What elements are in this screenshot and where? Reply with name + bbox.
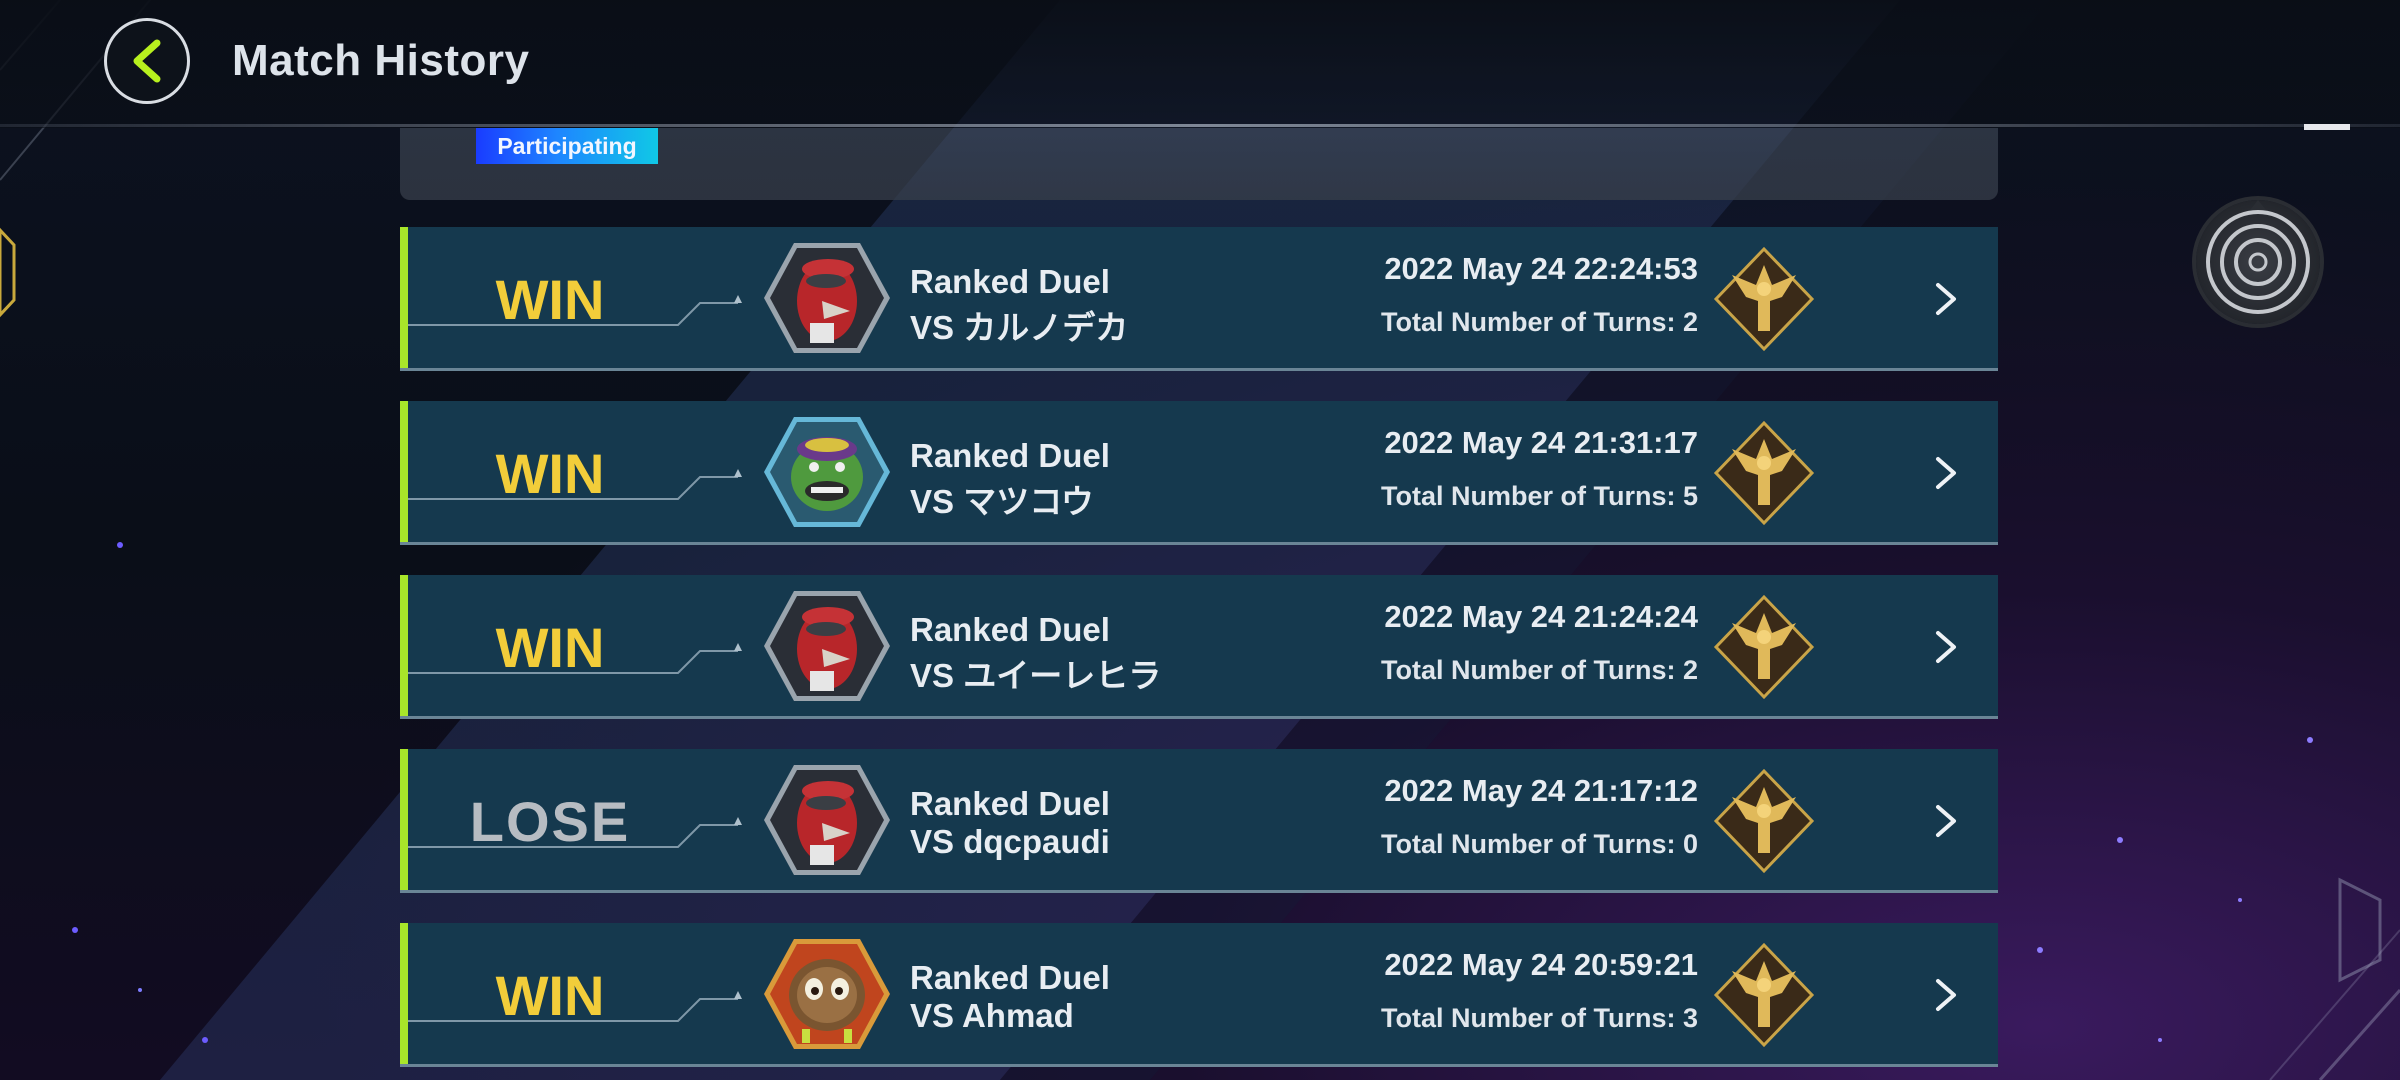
red-bird-avatar-icon	[764, 765, 890, 875]
opponent-name: VS マツコウ	[910, 483, 1094, 520]
duel-mode: Ranked Duel	[910, 437, 1110, 474]
turn-count: Total Number of Turns: 3	[1381, 1003, 1698, 1033]
row-accent	[400, 749, 408, 890]
participating-badge[interactable]: Participating	[476, 128, 658, 164]
gold-rank-icon	[1713, 594, 1815, 700]
match-date: 2022 May 24 21:17:12	[1384, 773, 1698, 808]
back-button[interactable]	[104, 18, 190, 104]
duel-mode: Ranked Duel	[910, 959, 1110, 996]
match-row[interactable]: WIN Ranked Duel VS カルノデカ 2022 May 24 22:…	[400, 227, 1998, 371]
side-menu-button[interactable]	[2196, 200, 2320, 324]
result-label: WIN	[495, 268, 605, 331]
result-label: WIN	[495, 616, 605, 679]
match-date: 2022 May 24 21:24:24	[1384, 599, 1698, 634]
duel-mode: Ranked Duel	[910, 785, 1110, 822]
opponent-name: VS カルノデカ	[910, 309, 1129, 346]
turn-count: Total Number of Turns: 0	[1381, 829, 1698, 859]
row-accent	[400, 401, 408, 542]
gold-rank-icon	[1713, 768, 1815, 874]
row-accent	[400, 923, 408, 1064]
chevron-right-icon	[1936, 631, 1956, 663]
page-title: Match History	[232, 36, 530, 85]
red-bird-avatar-icon	[764, 591, 890, 701]
turn-count: Total Number of Turns: 2	[1381, 655, 1698, 685]
match-date: 2022 May 24 20:59:21	[1384, 947, 1698, 982]
chevron-right-icon	[1936, 805, 1956, 837]
result-label: WIN	[495, 964, 605, 1027]
match-row[interactable]: LOSE Ranked Duel VS dqcpaudi 2022 May 24…	[400, 749, 1998, 893]
opponent-name: VS Ahmad	[910, 997, 1074, 1034]
kuriboh-avatar-icon	[764, 939, 890, 1049]
match-date: 2022 May 24 21:31:17	[1384, 425, 1698, 460]
result-label: LOSE	[469, 790, 631, 853]
opponent-name: VS dqcpaudi	[910, 823, 1110, 860]
opponent-name: VS ユイーレヒラ	[910, 657, 1162, 694]
scrollbar-thumb[interactable]	[2304, 124, 2350, 130]
green-goblin-avatar-icon	[764, 417, 890, 527]
gold-rank-icon	[1713, 420, 1815, 526]
target-icon	[2206, 200, 2310, 314]
chevron-right-icon	[1936, 457, 1956, 489]
match-row[interactable]: WIN Ranked Duel VS Ahmad 2022 May 24 20:…	[400, 923, 1998, 1067]
chevron-right-icon	[1936, 283, 1956, 315]
duel-mode: Ranked Duel	[910, 611, 1110, 648]
chevron-right-icon	[1936, 979, 1956, 1011]
match-row[interactable]: WIN Ranked Duel VS ユイーレヒラ 2022 May 24 21…	[400, 575, 1998, 719]
duel-mode: Ranked Duel	[910, 263, 1110, 300]
row-accent	[400, 575, 408, 716]
result-label: WIN	[495, 442, 605, 505]
red-bird-avatar-icon	[764, 243, 890, 353]
chevron-left-icon	[133, 39, 161, 83]
gold-rank-icon	[1713, 942, 1815, 1048]
match-row[interactable]: WIN Ranked Duel VS マツコウ 2022 May 24 21:3…	[400, 401, 1998, 545]
match-date: 2022 May 24 22:24:53	[1384, 251, 1698, 286]
turn-count: Total Number of Turns: 2	[1381, 307, 1698, 337]
turn-count: Total Number of Turns: 5	[1381, 481, 1698, 511]
gold-rank-icon	[1713, 246, 1815, 352]
row-accent	[400, 227, 408, 368]
header-divider	[0, 124, 2400, 127]
